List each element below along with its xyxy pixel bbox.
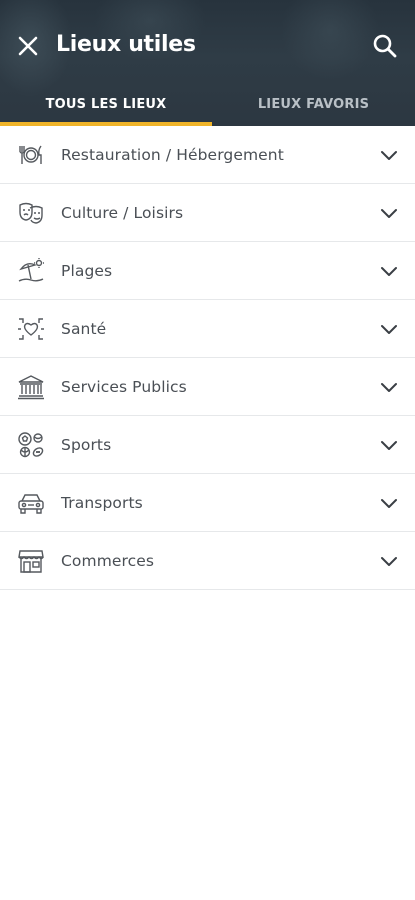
- close-icon: [16, 34, 40, 58]
- category-item-transports[interactable]: Transports: [0, 474, 415, 532]
- category-label: Culture / Loisirs: [61, 203, 184, 222]
- category-item-sante[interactable]: Santé: [0, 300, 415, 358]
- chevron-down-icon[interactable]: [379, 145, 399, 165]
- category-item-sports[interactable]: Sports: [0, 416, 415, 474]
- category-label: Plages: [61, 261, 113, 280]
- tab-favorite-places[interactable]: LIEUX FAVORIS: [212, 82, 415, 126]
- close-button[interactable]: [12, 30, 44, 62]
- chevron-down-icon[interactable]: [379, 377, 399, 397]
- top-bar: Lieux utiles: [0, 22, 415, 70]
- tab-bar: TOUS LES LIEUX LIEUX FAVORIS: [0, 82, 415, 126]
- chevron-down-icon[interactable]: [379, 493, 399, 513]
- health-heart-icon: [17, 315, 45, 343]
- category-item-restauration[interactable]: Restauration / Hébergement: [0, 126, 415, 184]
- category-item-services-publics[interactable]: Services Publics: [0, 358, 415, 416]
- category-item-plages[interactable]: Plages: [0, 242, 415, 300]
- search-button[interactable]: [369, 30, 401, 62]
- chevron-down-icon[interactable]: [379, 203, 399, 223]
- sports-balls-icon: [17, 431, 45, 459]
- category-label: Restauration / Hébergement: [61, 145, 284, 164]
- search-icon: [372, 33, 398, 59]
- category-list: Restauration / Hébergement Culture / Loi…: [0, 126, 415, 590]
- chevron-down-icon[interactable]: [379, 551, 399, 571]
- page-title: Lieux utiles: [56, 32, 196, 57]
- tab-all-places[interactable]: TOUS LES LIEUX: [0, 82, 212, 126]
- car-icon: [17, 489, 45, 517]
- category-label: Services Publics: [61, 377, 187, 396]
- category-label: Santé: [61, 319, 107, 338]
- public-building-icon: [17, 373, 45, 401]
- category-item-culture[interactable]: Culture / Loisirs: [0, 184, 415, 242]
- chevron-down-icon[interactable]: [379, 435, 399, 455]
- chevron-down-icon[interactable]: [379, 319, 399, 339]
- shop-icon: [17, 547, 45, 575]
- utensils-icon: [17, 141, 45, 169]
- category-label: Transports: [61, 493, 143, 512]
- app-header: Lieux utiles TOUS LES LIEUX LIEUX FAVORI…: [0, 0, 415, 126]
- beach-icon: [17, 257, 45, 285]
- category-item-commerces[interactable]: Commerces: [0, 532, 415, 590]
- category-label: Sports: [61, 435, 112, 454]
- category-label: Commerces: [61, 551, 155, 570]
- chevron-down-icon[interactable]: [379, 261, 399, 281]
- theater-masks-icon: [17, 199, 45, 227]
